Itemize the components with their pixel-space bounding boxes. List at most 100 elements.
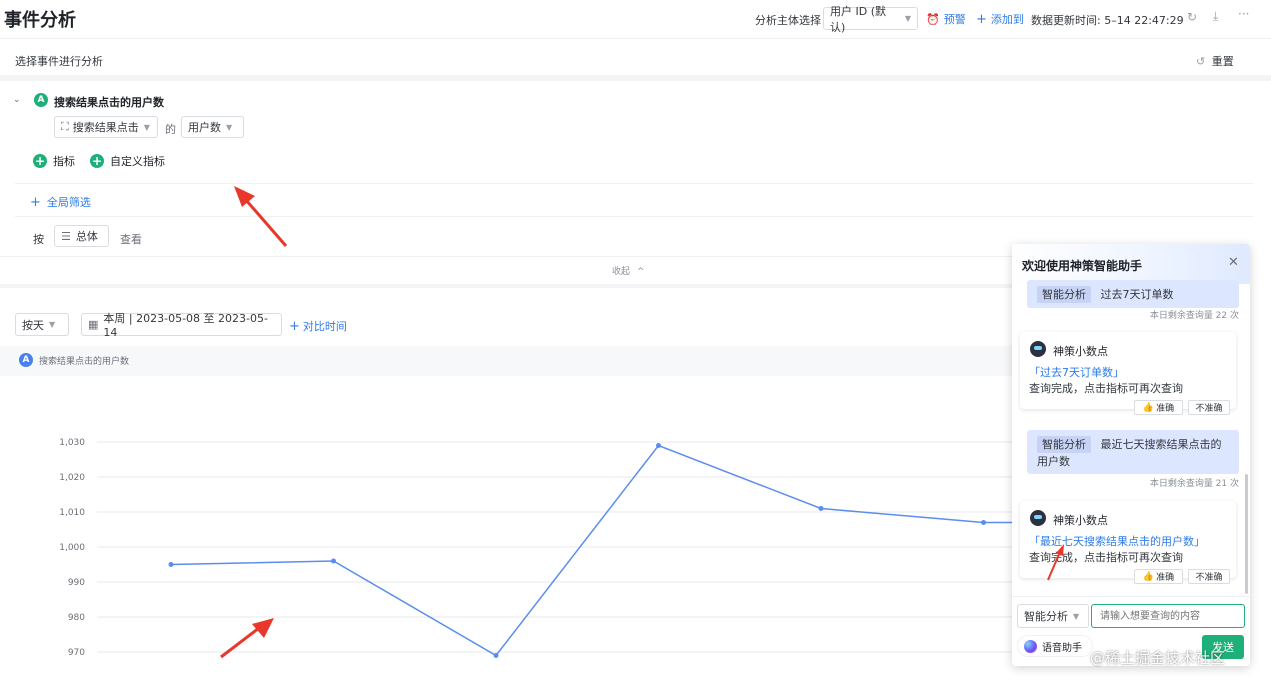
subject-label: 分析主体选择: [755, 14, 821, 27]
y-tick-label: 1,000: [59, 543, 85, 553]
y-tick-label: 980: [68, 613, 85, 623]
divider: [1012, 596, 1250, 597]
event-select-value: 搜索结果点击: [72, 121, 139, 134]
series-points: [168, 443, 986, 658]
alert-button-label: 预警: [943, 13, 966, 26]
y-tick-label: 1,030: [59, 438, 85, 448]
plus-icon: +: [289, 318, 300, 334]
plus-icon: +: [976, 11, 987, 27]
bot-metric-link[interactable]: 「过去7天订单数」: [1029, 364, 1124, 380]
global-filter-label: 全局筛选: [46, 196, 91, 209]
message-tag: 智能分析: [1037, 436, 1091, 453]
divider: [15, 183, 1253, 184]
collapse-chevron-icon[interactable]: ⌄: [13, 95, 21, 105]
assistant-title: 欢迎使用神策智能助手: [1022, 259, 1143, 273]
thumbs-up-icon: 👍: [1142, 402, 1155, 413]
compare-time-label: 对比时间: [302, 320, 347, 333]
bot-status: 查询完成，点击指标可再次查询: [1029, 382, 1183, 395]
page-title: 事件分析: [4, 10, 76, 31]
download-icon[interactable]: ⤓: [1213, 9, 1218, 24]
thumbs-up-icon: 👍: [1142, 571, 1155, 582]
accurate-label: 准确: [1156, 404, 1175, 414]
data-point[interactable]: [331, 558, 336, 564]
assistant-panel: 欢迎使用神策智能助手 ✕ 智能分析 过去7天订单数 本日剩余查询量 22 次 神…: [1012, 244, 1250, 666]
legend-label[interactable]: 搜索结果点击的用户数: [39, 354, 129, 367]
alert-button[interactable]: ⏰ 预警: [926, 11, 966, 27]
bot-avatar: [1030, 510, 1046, 526]
inaccurate-label: 不准确: [1195, 573, 1223, 583]
quota-text: 本日剩余查询量 21 次: [1149, 479, 1239, 489]
add-metric-button[interactable]: + 指标: [33, 153, 75, 169]
top-header: 事件分析 分析主体选择 用户 ID (默认) ▼ ⏰ 预警 + 添加到 数据更新…: [0, 0, 1271, 39]
mode-select[interactable]: 智能分析 ▼: [1017, 604, 1089, 628]
close-icon[interactable]: ✕: [1228, 255, 1239, 270]
bot-metric-link[interactable]: 「最近七天搜索结果点击的用户数」: [1029, 533, 1205, 549]
inaccurate-button[interactable]: 不准确: [1188, 569, 1230, 584]
chevron-down-icon: ▼: [49, 320, 56, 329]
y-tick-label: 990: [68, 578, 85, 588]
data-point[interactable]: [981, 520, 986, 525]
user-message: 智能分析 过去7天订单数: [1027, 280, 1239, 308]
reset-button[interactable]: ↺ 重置: [1196, 53, 1234, 69]
global-filter-button[interactable]: + 全局筛选: [30, 194, 91, 210]
message-text: 过去7天订单数: [1100, 288, 1174, 301]
y-tick-label: 1,010: [59, 508, 85, 518]
subject-select-value: 用户 ID (默认): [830, 4, 886, 34]
scrollbar[interactable]: [1245, 474, 1248, 594]
subject-select[interactable]: 用户 ID (默认) ▼: [823, 5, 918, 34]
list-icon: ☰: [61, 229, 71, 243]
divider: [0, 256, 1012, 257]
accurate-button[interactable]: 👍 准确: [1134, 400, 1183, 415]
collapse-button[interactable]: 收起 ^: [612, 264, 644, 277]
group-select[interactable]: ☰ 总体: [54, 225, 109, 247]
add-to-button-label: 添加到: [990, 13, 1024, 26]
quota-text: 本日剩余查询量 22 次: [1149, 311, 1239, 321]
legend-badge: A: [19, 353, 33, 367]
date-range-value: 本周 | 2023-05-08 至 2023-05-14: [103, 312, 268, 339]
event-select[interactable]: ⛶ 搜索结果点击 ▼: [54, 116, 158, 138]
collapse-label: 收起: [612, 267, 631, 277]
add-custom-metric-button[interactable]: + 自定义指标: [90, 153, 165, 169]
reset-icon: ↺: [1196, 55, 1206, 68]
chevron-down-icon: ▼: [1073, 611, 1080, 621]
of-label: 的: [165, 123, 176, 136]
bot-name: 神策小数点: [1053, 514, 1108, 527]
chevron-down-icon: ▼: [904, 14, 911, 23]
data-point[interactable]: [493, 653, 499, 658]
inaccurate-button[interactable]: 不准确: [1188, 400, 1230, 415]
inaccurate-label: 不准确: [1195, 404, 1223, 414]
update-time: 数据更新时间: 5–14 22:47:29: [1031, 14, 1184, 27]
refresh-icon[interactable]: ↻: [1187, 10, 1197, 24]
section-divider: [0, 75, 1271, 81]
bot-reply-card: 神策小数点 「过去7天订单数」 查询完成，点击指标可再次查询 👍 准确 不准确: [1020, 332, 1236, 415]
query-input[interactable]: [1091, 604, 1245, 628]
data-point[interactable]: [656, 443, 661, 448]
granularity-select[interactable]: 按天 ▼: [15, 313, 69, 336]
chevron-up-icon: ^: [636, 267, 645, 277]
line-chart: 1,030 1,020 1,010 1,000 990 980 970: [59, 438, 1012, 658]
voice-assistant-button[interactable]: 语音助手: [1017, 635, 1093, 657]
event-icon: ⛶: [61, 120, 69, 133]
chevron-down-icon: ▼: [143, 122, 150, 132]
more-icon[interactable]: ···: [1238, 7, 1249, 21]
add-custom-metric-label: 自定义指标: [110, 155, 165, 168]
measure-select[interactable]: 用户数 ▼: [181, 116, 244, 138]
y-tick-label: 1,020: [59, 473, 85, 483]
compare-time-button[interactable]: + 对比时间: [289, 318, 347, 334]
y-axis-ticks: 1,030 1,020 1,010 1,000 990 980 970: [59, 438, 85, 658]
chart-gridlines: [97, 441, 1012, 653]
date-range-picker[interactable]: ▦ 本周 | 2023-05-08 至 2023-05-14: [81, 312, 282, 339]
accurate-button[interactable]: 👍 准确: [1134, 569, 1183, 584]
data-point[interactable]: [818, 506, 824, 511]
message-tag: 智能分析: [1037, 286, 1091, 303]
add-to-button[interactable]: + 添加到: [976, 11, 1024, 27]
plus-icon: +: [30, 194, 41, 210]
plus-circle-icon: +: [90, 154, 104, 168]
granularity-value: 按天: [22, 318, 44, 332]
y-tick-label: 970: [68, 648, 85, 658]
bot-status: 查询完成，点击指标可再次查询: [1029, 551, 1183, 564]
chevron-down-icon: ▼: [226, 122, 233, 132]
data-point[interactable]: [168, 562, 174, 567]
metric-name[interactable]: 搜索结果点击的用户数: [54, 94, 164, 110]
user-message: 智能分析 最近七天搜索结果点击的用户数: [1027, 430, 1239, 474]
